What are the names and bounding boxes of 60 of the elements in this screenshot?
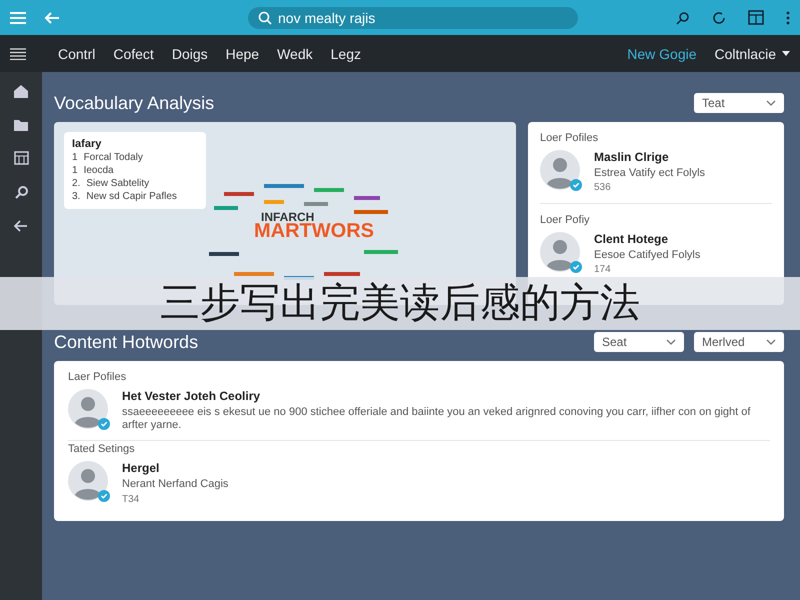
profile-count: 174 (594, 264, 612, 275)
profile-name: Het Vester Joteh Ceoliry (122, 389, 262, 403)
callout-title: Iafary (72, 138, 102, 150)
list-item: Forcal Todaly (84, 151, 143, 164)
account-dropdown[interactable]: Coltnlacie (714, 46, 790, 62)
profile-description: Nerant Nerfand Cagis (122, 478, 228, 491)
profile-description: Eesoe Catifyed Folyls (594, 249, 700, 261)
profile-name: Maslin Clrige (594, 150, 670, 164)
section-title: Vocabulary Analysis (54, 92, 214, 114)
nav-tab[interactable]: Wedk (277, 46, 313, 62)
nav-tab[interactable]: Contrl (58, 46, 96, 62)
profile-count: 536 (594, 182, 612, 193)
avatar-icon (540, 150, 580, 190)
section-heading: Tated Setings (68, 443, 136, 455)
nav-tab[interactable]: Cofect (113, 46, 154, 62)
refresh-icon[interactable] (712, 10, 726, 24)
profile-description: ssaeeeeeeeee eis s ekesut ue no 900 stichee offeriale and baiinte you an veked arignred conoving you carr, iifher con on gight of arfter yarne. (122, 406, 752, 432)
caret-icon (666, 339, 676, 345)
search-field[interactable]: nov mealty rajis (248, 6, 578, 28)
caret-icon (766, 100, 776, 106)
list-number: 1 (72, 164, 78, 177)
list-item: New sd Capir Pafles (86, 190, 177, 203)
back-arrow-icon[interactable] (14, 220, 28, 232)
filter-dropdown[interactable]: Seat (594, 332, 684, 352)
avatar-icon (68, 389, 108, 429)
filter-dropdown[interactable]: Teat (694, 93, 784, 113)
profile-name: Hergel (122, 461, 160, 475)
section-title: Content Hotwords (54, 332, 198, 352)
list-item: Ieocda (84, 164, 114, 177)
profile-name: Clent Hotege (594, 232, 670, 246)
section-heading: Loer Pofiles (540, 132, 600, 144)
filter-dropdown[interactable]: Merlved (694, 332, 784, 352)
search-icon[interactable] (676, 10, 690, 24)
home-icon[interactable] (13, 84, 29, 98)
list-number: 3. (72, 190, 80, 203)
avatar-icon (540, 232, 580, 272)
verified-badge-icon (98, 418, 110, 430)
list-number: 1 (72, 151, 78, 164)
section-heading: Laer Pofiles (68, 371, 128, 383)
list-number: 2. (72, 177, 80, 190)
caret-icon (782, 51, 790, 56)
profile-description: Estrea Vatify ect Folyls (594, 167, 706, 179)
nav-link[interactable]: New Gogie (627, 46, 697, 62)
section-heading: Loer Pofiy (540, 214, 591, 226)
caption-banner: 三步写出完美读后感的方法 (0, 277, 800, 330)
list-item: Siew Sabtelity (86, 177, 150, 190)
avatar-icon (68, 461, 108, 501)
nav-tab[interactable]: Hepe (226, 46, 260, 62)
folder-icon[interactable] (13, 118, 29, 131)
verified-badge-icon (570, 179, 582, 191)
nav-tab[interactable]: Legz (330, 46, 361, 62)
menu-icon[interactable] (10, 48, 26, 60)
profile-count: T34 (122, 494, 140, 505)
verified-badge-icon (98, 490, 110, 502)
nav-tab[interactable]: Doigs (172, 46, 208, 62)
more-icon[interactable] (786, 10, 790, 24)
caret-icon (766, 339, 776, 345)
verified-badge-icon (570, 261, 582, 273)
search-icon (258, 10, 272, 24)
search-icon[interactable] (14, 185, 28, 200)
